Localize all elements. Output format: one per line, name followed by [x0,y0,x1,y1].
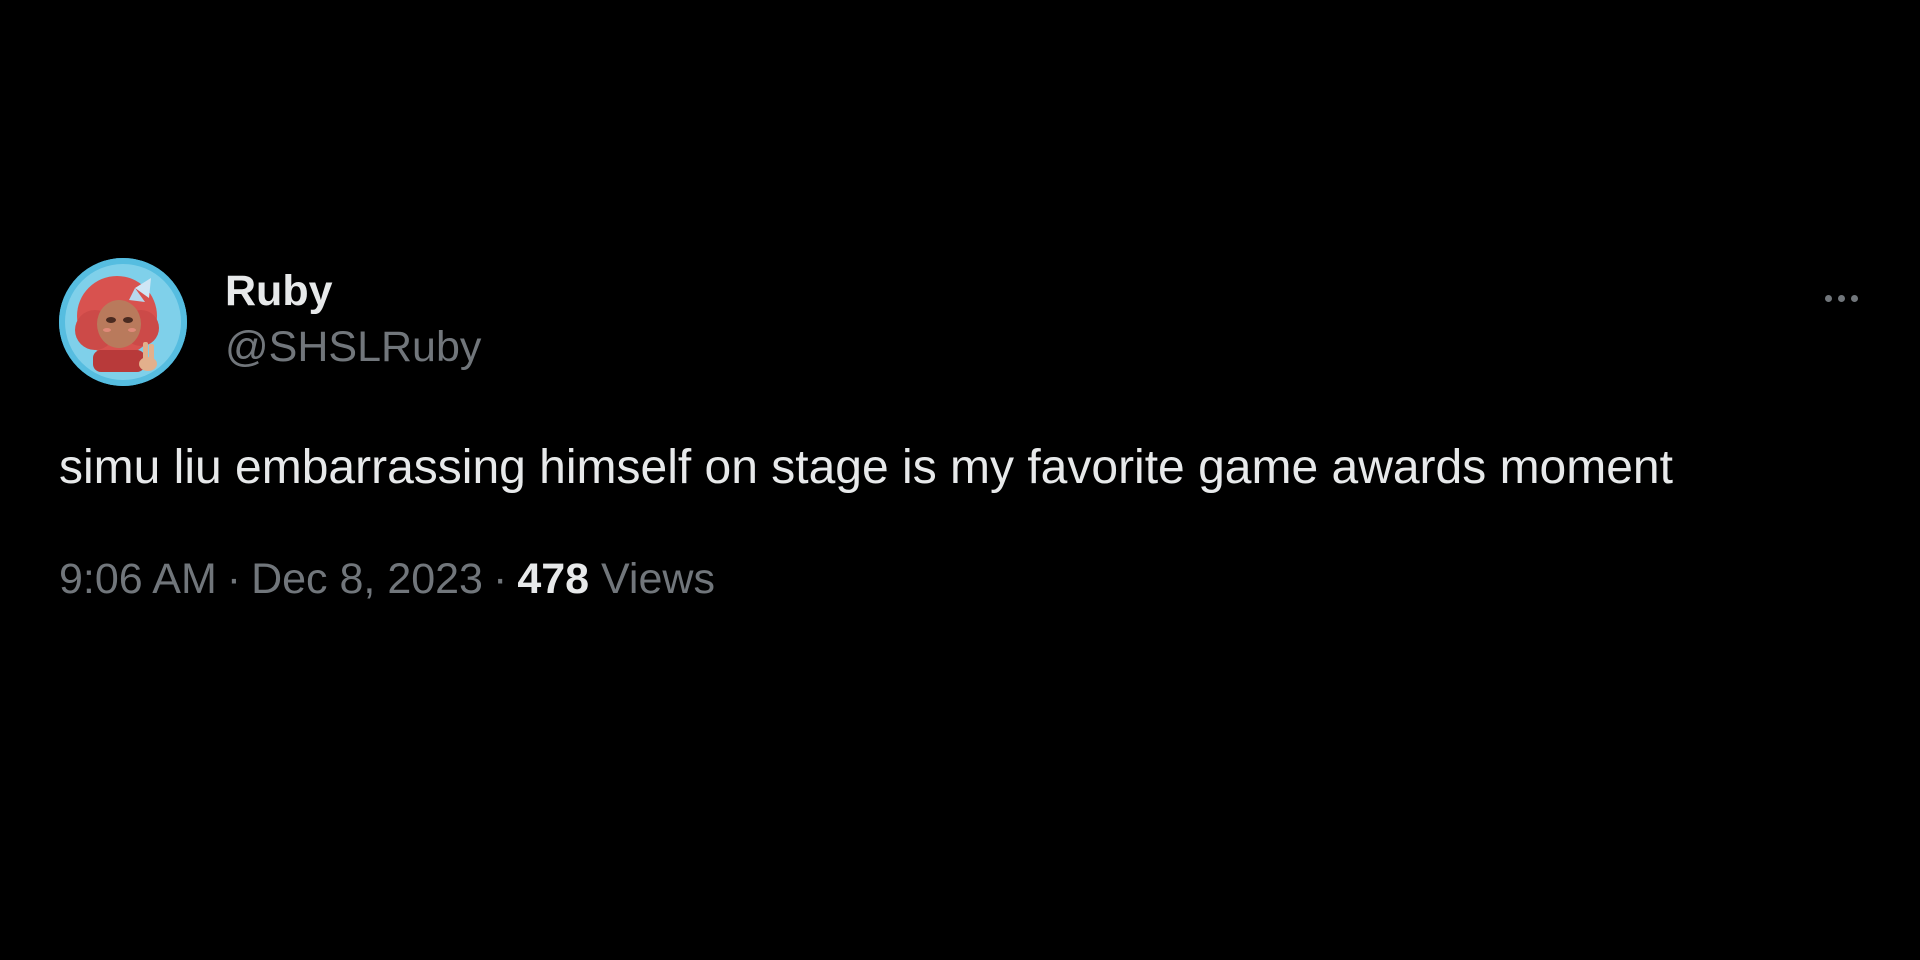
views-label: Views [601,555,715,603]
tweet-card: Ruby @SHSLRuby simu liu embarrassing him… [59,258,1869,607]
author-display-name[interactable]: Ruby [225,266,481,316]
more-dots-icon [1824,294,1858,302]
author-names: Ruby @SHSLRuby [225,266,481,378]
avatar-illustration-icon [59,258,187,386]
tweet-text: simu liu embarrassing himself on stage i… [59,441,1673,494]
tweet-meta: 9:06 AM · Dec 8, 2023 · 478 Views [59,551,1869,607]
tweet-date[interactable]: Dec 8, 2023 [251,555,483,603]
avatar[interactable] [59,258,187,386]
views-count: 478 [517,555,590,603]
meta-separator: · [492,555,508,603]
tweet-header: Ruby @SHSLRuby [59,258,1869,388]
tweet-time[interactable]: 9:06 AM [59,555,217,603]
author-handle[interactable]: @SHSLRuby [225,316,481,378]
more-options-button[interactable] [1813,278,1869,318]
meta-separator: · [226,555,242,603]
